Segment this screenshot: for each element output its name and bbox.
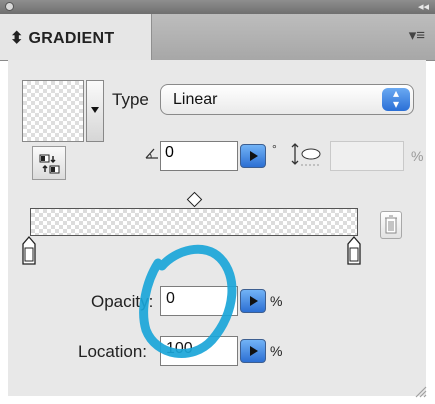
resize-grip-icon[interactable] xyxy=(413,384,427,398)
location-label: Location: xyxy=(78,342,147,361)
tab-gradient-label: ⬍ GRADIENT xyxy=(10,30,115,47)
select-stepper-icon: ▴ ▾ xyxy=(382,87,410,111)
gradient-slider[interactable] xyxy=(30,208,358,236)
opacity-unit: % xyxy=(270,293,283,309)
tab-row: ⬍ GRADIENT ▾≡ xyxy=(0,14,435,61)
gradient-panel: ◂◂ ⬍ GRADIENT ▾≡ Type Linear ▴ ▾ 0 ° % O… xyxy=(0,0,435,404)
opacity-input[interactable]: 0 xyxy=(160,286,238,316)
delete-stop-button[interactable] xyxy=(380,211,402,239)
reverse-gradient-button[interactable] xyxy=(32,146,66,180)
panel-titlebar: ◂◂ xyxy=(0,0,435,14)
panel-menu-icon[interactable]: ▾≡ xyxy=(409,26,425,44)
location-dropdown-button[interactable] xyxy=(240,339,266,363)
gradient-fill-swatch[interactable] xyxy=(22,80,84,142)
trash-icon xyxy=(385,215,397,234)
angle-dropdown-button[interactable] xyxy=(240,144,266,168)
swatch-dropdown-button[interactable] xyxy=(86,80,104,142)
angle-icon xyxy=(145,148,158,159)
close-icon[interactable] xyxy=(5,2,14,11)
angle-input[interactable]: 0 xyxy=(160,141,238,171)
aspect-ratio-input xyxy=(330,141,404,171)
type-label: Type xyxy=(112,90,149,109)
gradient-stop-left[interactable] xyxy=(22,236,36,266)
reverse-gradient-icon xyxy=(39,154,60,174)
aspect-ratio-icon xyxy=(291,143,321,166)
opacity-dropdown-button[interactable] xyxy=(240,289,266,313)
angle-unit: ° xyxy=(272,142,277,156)
tab-gradient[interactable]: ⬍ GRADIENT xyxy=(0,14,152,60)
type-select-value: Linear xyxy=(173,91,218,108)
gradient-stop-right[interactable] xyxy=(347,236,361,266)
location-input[interactable]: 100 xyxy=(160,336,238,366)
double-chevron-icon[interactable]: ◂◂ xyxy=(418,0,429,14)
location-unit: % xyxy=(270,343,283,359)
opacity-label: Opacity: xyxy=(91,292,154,311)
type-select[interactable]: Linear ▴ ▾ xyxy=(160,84,414,115)
aspect-ratio-unit: % xyxy=(411,148,424,164)
